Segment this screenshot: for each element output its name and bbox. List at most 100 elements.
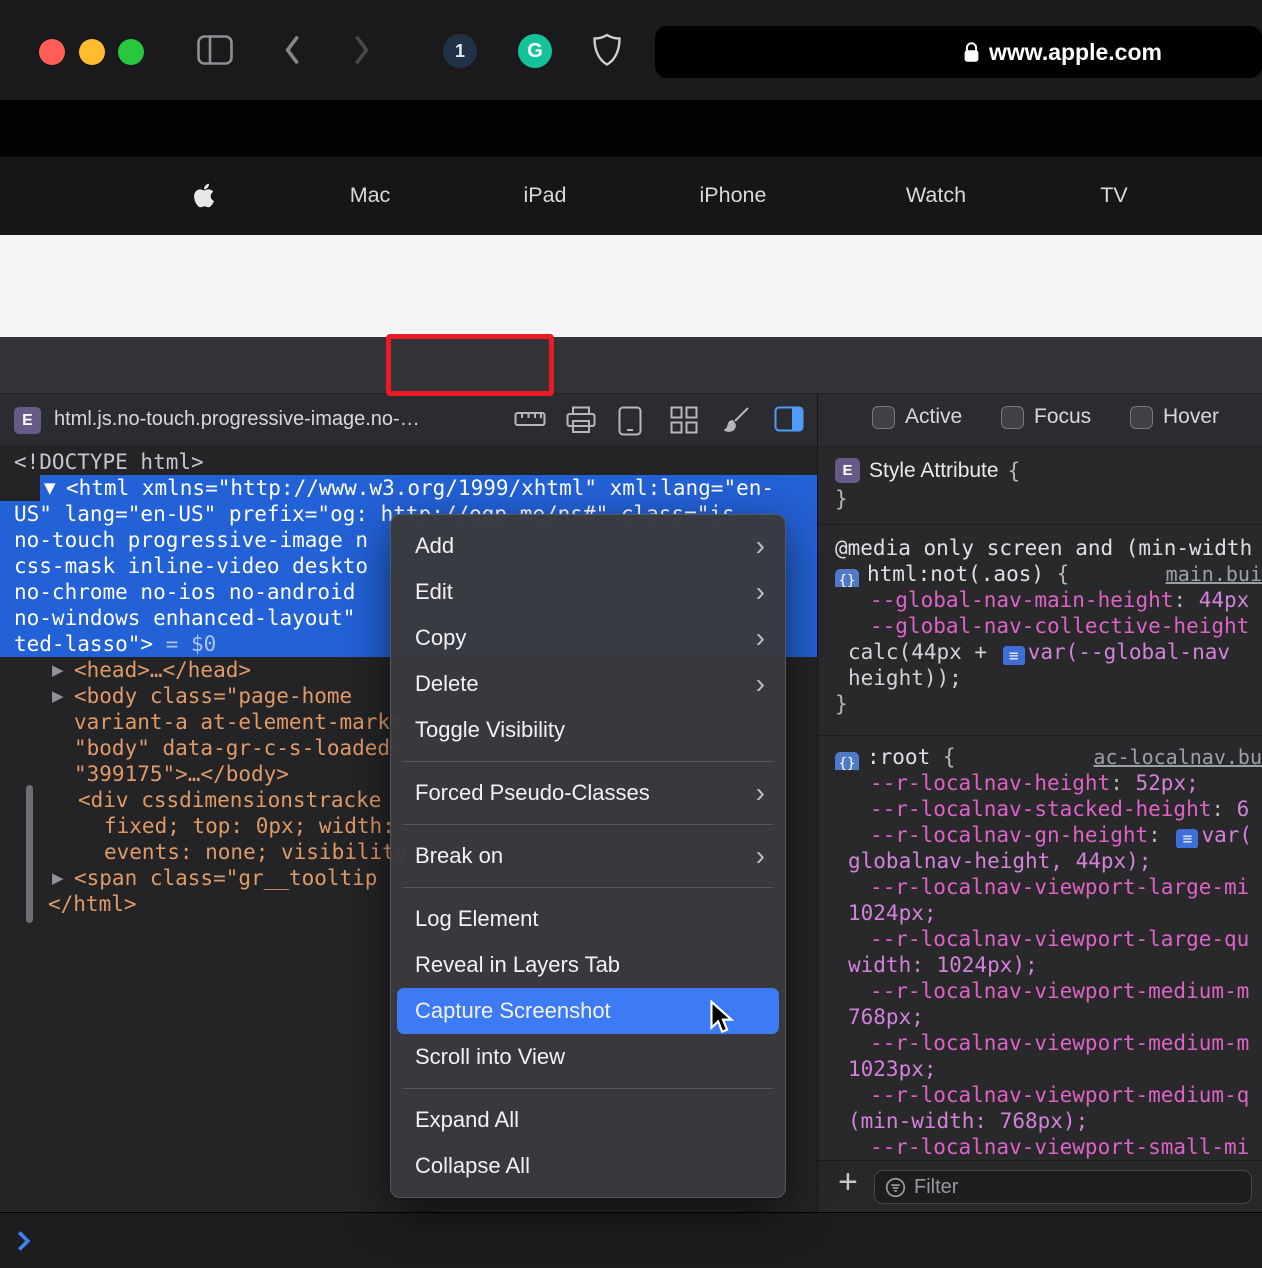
pseudo-toggle-hover[interactable]: Hover [1130,405,1219,429]
breadcrumb[interactable]: html.js.no-touch.progressive-image.no-… [54,408,420,431]
menu-separator [403,761,773,762]
rule-icon: {} [835,752,859,770]
css-line: {}:root {ac-localnav.bu [818,744,1262,770]
grammarly-extension-button[interactable]: G [518,34,552,68]
menu-item-capture-screenshot[interactable]: Capture Screenshot [397,988,779,1034]
apple-global-nav: Mac iPad iPhone Watch TV [0,157,1262,235]
dom-tree-row[interactable]: <!DOCTYPE html> [0,449,817,475]
console-prompt-icon [16,1229,31,1253]
css-line: --r-localnav-stacked-height: 6 [818,796,1262,822]
css-line: --r-localnav-gn-height: ≡var( [818,822,1262,848]
window-titlebar: 1 G www.apple.com [0,0,1262,100]
menu-item-break-on[interactable]: Break on› [391,833,785,879]
css-line: --r-localnav-viewport-medium-m [818,978,1262,1004]
paint-flashing-toggle[interactable] [722,406,750,434]
css-variable-icon: ≡ [1176,829,1198,848]
submenu-arrow-icon: › [756,578,765,606]
context-menu: Add›Edit›Copy›Delete›Toggle Visibility Fo… [390,514,786,1198]
promo-bar: Shop online and get Specialist help, fre… [0,235,1262,337]
nav-item-mac[interactable]: Mac [350,183,391,208]
submenu-arrow-icon: › [756,779,765,807]
disclosure-triangle[interactable]: ▶ [52,683,64,709]
menu-item-expand-all[interactable]: Expand All [391,1097,785,1143]
menu-item-scroll-into-view[interactable]: Scroll into View [391,1034,785,1080]
styles-filter-bar: + [818,1160,1262,1212]
styles-sidebar: E Style Attribute { } @media only screen… [818,447,1262,1160]
inspector-navigation-bar: E html.js.no-touch.progressive-image.no-… [0,394,1262,447]
grid-overlay-toggle[interactable] [670,406,698,434]
close-window-button[interactable] [39,39,65,65]
menu-separator [403,887,773,888]
address-bar[interactable]: www.apple.com [655,26,1262,78]
css-line: globalnav-height, 44px); [818,848,1262,874]
css-variable-icon: ≡ [1003,646,1025,665]
rulers-toggle[interactable] [514,406,546,432]
menu-item-copy[interactable]: Copy› [391,615,785,661]
menu-item-add[interactable]: Add› [391,523,785,569]
style-rule: @media only screen and (min-width{}html:… [818,525,1262,736]
shield-icon[interactable] [592,33,622,67]
tab-bar: Apple [0,100,1262,157]
css-line: width: 1024px); [818,952,1262,978]
menu-item-toggle-visibility[interactable]: Toggle Visibility [391,707,785,753]
css-line: 1023px; [818,1056,1262,1082]
rule-icon: {} [835,569,859,587]
scrollbar-thumb[interactable] [26,785,33,923]
inspector-toolbar: ElementsConsoleSourcesNetworkTimelines [0,337,1262,394]
extension-one-button[interactable]: 1 [443,34,477,68]
submenu-arrow-icon: › [756,532,765,560]
details-sidebar-toggle[interactable] [774,406,804,432]
css-line: --r-localnav-viewport-large-qu [818,926,1262,952]
css-line: --r-localnav-viewport-medium-q [818,1082,1262,1108]
menu-item-delete[interactable]: Delete› [391,661,785,707]
css-line: 1024px; [818,900,1262,926]
checkbox-hover[interactable] [1130,406,1153,429]
filter-field[interactable] [874,1170,1252,1204]
menu-item-edit[interactable]: Edit› [391,569,785,615]
lock-icon [963,41,980,64]
filter-input[interactable] [914,1176,1214,1199]
menu-item-reveal-in-layers-tab[interactable]: Reveal in Layers Tab [391,942,785,988]
css-line: --r-localnav-viewport-small-mi [818,1134,1262,1160]
css-line: (min-width: 768px); [818,1108,1262,1134]
menu-item-log-element[interactable]: Log Element [391,896,785,942]
checkbox-active[interactable] [872,406,895,429]
menu-separator [403,824,773,825]
back-button[interactable] [282,33,302,67]
url-text: www.apple.com [989,39,1162,66]
checkbox-focus[interactable] [1001,406,1024,429]
pseudo-toggle-focus[interactable]: Focus [1001,405,1091,429]
minimize-window-button[interactable] [79,39,105,65]
css-line: --global-nav-collective-height [818,613,1262,639]
nav-item-ipad[interactable]: iPad [523,183,566,208]
nav-item-tv[interactable]: TV [1100,183,1127,208]
styles-section-header: E Style Attribute { } [818,447,1262,525]
disclosure-triangle[interactable]: ▶ [52,865,64,891]
menu-item-forced-pseudo-classes[interactable]: Forced Pseudo-Classes› [391,770,785,816]
print-styles-toggle[interactable] [566,406,596,434]
disclosure-triangle[interactable]: ▼ [44,475,56,501]
device-settings-button[interactable] [618,406,642,436]
css-line: --r-localnav-height: 52px; [818,770,1262,796]
stylesheet-link[interactable]: main.bui [1158,561,1262,587]
css-line: {}html:not(.aos) {main.bui [818,561,1262,587]
panel-divider[interactable] [817,394,818,1212]
nav-item-watch[interactable]: Watch [906,183,966,208]
quick-console[interactable] [0,1212,1262,1268]
css-line: 768px; [818,1004,1262,1030]
zoom-window-button[interactable] [118,39,144,65]
menu-item-collapse-all[interactable]: Collapse All [391,1143,785,1189]
new-rule-button[interactable]: + [838,1163,858,1202]
nav-item-iphone[interactable]: iPhone [700,183,767,208]
sidebar-toggle-icon[interactable] [197,35,233,65]
submenu-arrow-icon: › [756,670,765,698]
menu-separator [403,1088,773,1089]
element-badge: E [835,458,860,483]
open-brace: { [1008,459,1021,483]
style-rule: {}:root {ac-localnav.bu--r-localnav-heig… [818,736,1262,1160]
apple-logo-icon[interactable] [193,182,215,209]
pseudo-toggle-active[interactable]: Active [872,405,962,429]
dom-tree-row[interactable]: ▼<html xmlns="http://www.w3.org/1999/xht… [0,475,817,501]
disclosure-triangle[interactable]: ▶ [52,657,64,683]
stylesheet-link[interactable]: ac-localnav.bu [1085,744,1262,770]
